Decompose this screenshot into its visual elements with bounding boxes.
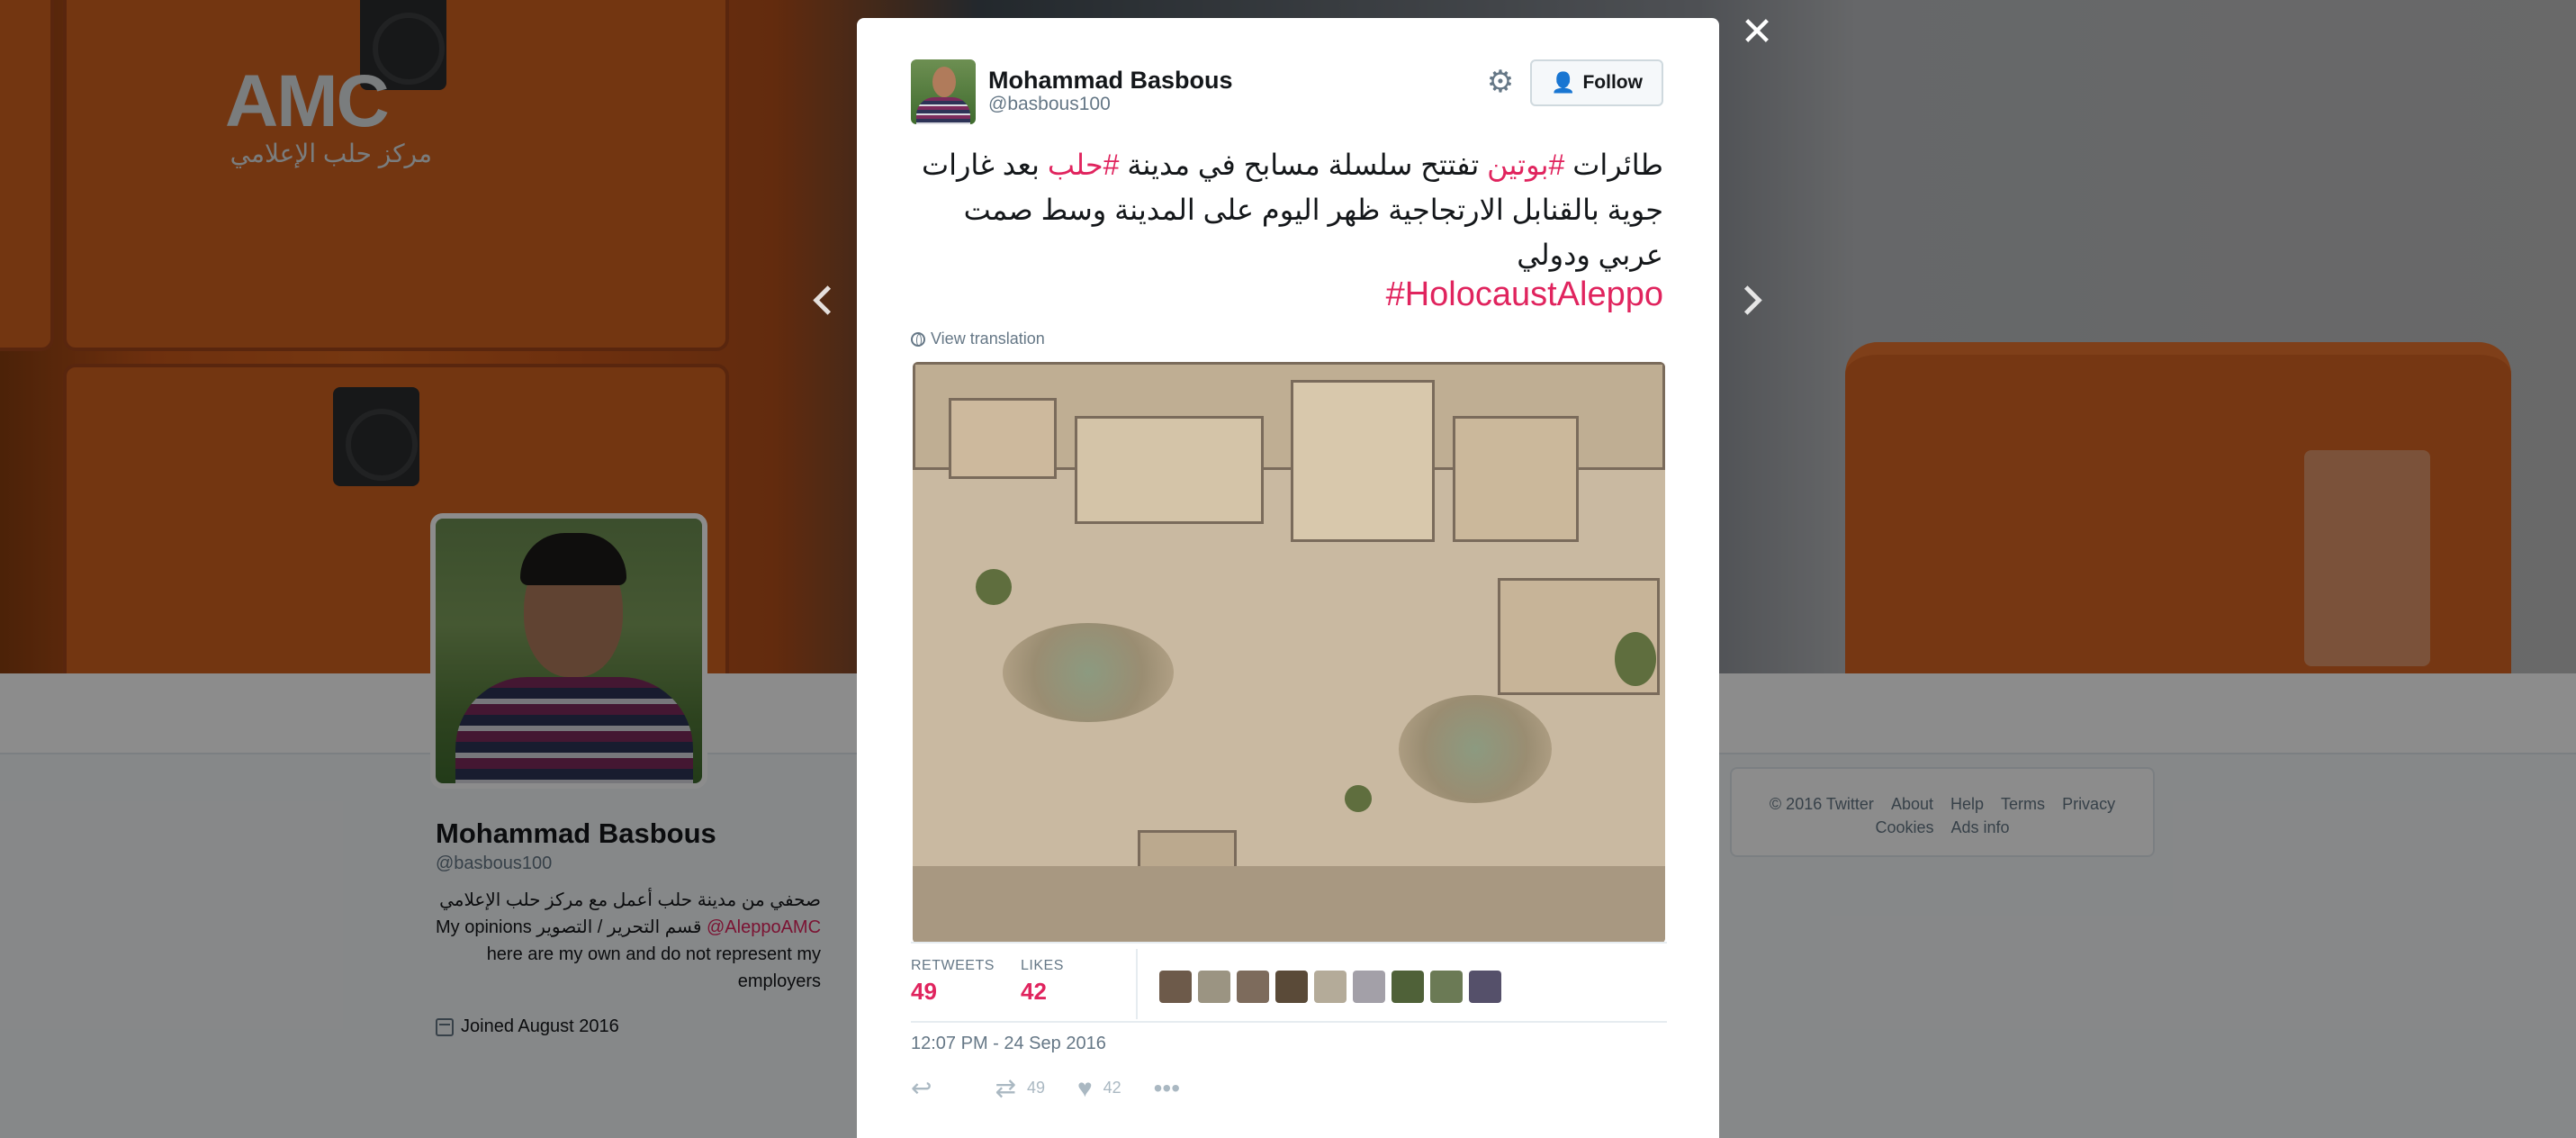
liker-avatar[interactable] xyxy=(1159,971,1192,1003)
like-button[interactable]: ♥ 42 xyxy=(1077,1074,1121,1103)
chevron-left-icon[interactable] xyxy=(805,283,841,319)
globe-icon xyxy=(911,331,925,347)
photo-building xyxy=(1291,380,1435,542)
tweet-photo[interactable] xyxy=(913,362,1665,944)
photo-crater xyxy=(1003,623,1174,722)
stats-divider xyxy=(1136,949,1138,1019)
avatar-face xyxy=(932,67,956,97)
retweets-label: RETWEETS xyxy=(911,958,995,973)
likes-label: LIKES xyxy=(1021,958,1064,973)
liker-avatar[interactable] xyxy=(1237,971,1269,1003)
photo-building xyxy=(949,398,1057,479)
liker-avatar[interactable] xyxy=(1430,971,1463,1003)
heart-icon: ♥ xyxy=(1076,1073,1093,1102)
tweet-modal: Mohammad Basbous @basbous100 ⚙ 👤 Follow … xyxy=(857,18,1719,1138)
photo-crater xyxy=(1399,695,1552,803)
tweet-timestamp[interactable]: 12:07 PM - 24 Sep 2016 xyxy=(911,1034,1106,1054)
tweet-actions: ↩ ⇄ 49 ♥ 42 ••• xyxy=(911,1073,1212,1103)
follow-person-icon: 👤 xyxy=(1551,71,1576,94)
photo-tree xyxy=(1615,632,1656,686)
photo-tree xyxy=(976,569,1012,605)
liker-avatar[interactable] xyxy=(1353,971,1385,1003)
gear-icon[interactable]: ⚙ xyxy=(1485,67,1516,97)
retweet-count: 49 xyxy=(1026,1079,1045,1097)
photo-foreground-rubble xyxy=(913,866,1665,944)
reply-icon: ↩ xyxy=(911,1074,932,1102)
tweet-author-avatar[interactable] xyxy=(911,59,976,124)
liker-avatar[interactable] xyxy=(1392,971,1424,1003)
tweet-text: طائرات #بوتين تفتتح سلسلة مسابح في مدينة… xyxy=(920,142,1663,277)
retweet-button[interactable]: ⇄ 49 xyxy=(995,1073,1045,1103)
more-button[interactable]: ••• xyxy=(1154,1074,1180,1103)
liker-avatars xyxy=(1159,971,1501,1003)
retweets-value: 49 xyxy=(911,978,937,1005)
liker-avatar[interactable] xyxy=(1314,971,1347,1003)
tweet-part-2: تفتتح سلسلة مسابح في مدينة xyxy=(1127,149,1480,181)
more-icon: ••• xyxy=(1153,1073,1181,1102)
like-count: 42 xyxy=(1103,1079,1121,1097)
tweet-author-handle[interactable]: @basbous100 xyxy=(988,94,1111,115)
photo-building xyxy=(1075,416,1264,524)
retweets-stat[interactable]: RETWEETS 49 xyxy=(911,958,995,1006)
avatar-shirt xyxy=(916,97,970,124)
reply-button[interactable]: ↩ xyxy=(911,1073,932,1103)
liker-avatar[interactable] xyxy=(1198,971,1230,1003)
liker-avatar[interactable] xyxy=(1275,971,1308,1003)
likes-value: 42 xyxy=(1021,978,1047,1005)
tweet-hashtag-holocaustaleppo[interactable]: #HolocaustAleppo xyxy=(920,272,1663,317)
photo-tree xyxy=(1345,785,1372,812)
photo-building xyxy=(1453,416,1579,542)
retweet-icon: ⇄ xyxy=(995,1074,1016,1102)
follow-button[interactable]: 👤 Follow xyxy=(1530,59,1663,106)
tweet-hashtag-putin[interactable]: #بوتين xyxy=(1487,149,1564,181)
close-icon[interactable]: ✕ xyxy=(1739,13,1775,52)
follow-label: Follow xyxy=(1582,72,1643,93)
likes-stat[interactable]: LIKES 42 xyxy=(1021,958,1064,1006)
tweet-word-1: طائرات xyxy=(1572,149,1663,181)
chevron-right-icon[interactable] xyxy=(1732,283,1768,319)
liker-avatar[interactable] xyxy=(1469,971,1501,1003)
tweet-hashtag-aleppo[interactable]: #حلب xyxy=(1048,149,1120,181)
tweet-stats: RETWEETS 49 LIKES 42 xyxy=(911,942,1667,1023)
view-translation-link[interactable]: View translation xyxy=(911,330,1045,348)
tweet-author-name[interactable]: Mohammad Basbous xyxy=(988,67,1233,95)
view-translation-label: View translation xyxy=(931,330,1045,348)
